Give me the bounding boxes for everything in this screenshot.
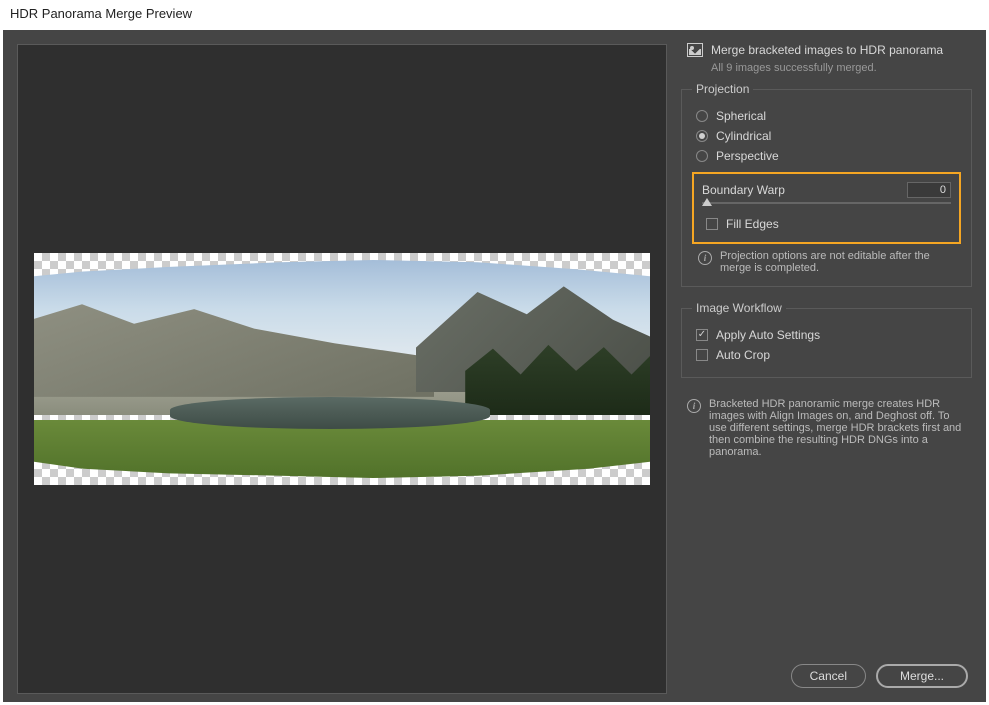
checkbox-icon bbox=[696, 329, 708, 341]
slider-thumb-icon bbox=[702, 198, 712, 206]
cancel-button[interactable]: Cancel bbox=[791, 664, 866, 688]
footer-note: Bracketed HDR panoramic merge creates HD… bbox=[709, 398, 966, 458]
auto-crop-checkbox[interactable]: Auto Crop bbox=[692, 345, 961, 365]
apply-auto-settings-checkbox[interactable]: Apply Auto Settings bbox=[692, 325, 961, 345]
merge-button[interactable]: Merge... bbox=[876, 664, 968, 688]
boundary-warp-label: Boundary Warp bbox=[702, 183, 785, 197]
projection-perspective-radio[interactable]: Perspective bbox=[692, 146, 961, 166]
boundary-warp-input[interactable] bbox=[907, 182, 951, 198]
info-icon: i bbox=[698, 251, 712, 265]
merge-status-text: All 9 images successfully merged. bbox=[681, 60, 972, 82]
radio-label: Perspective bbox=[716, 149, 779, 163]
projection-cylindrical-radio[interactable]: Cylindrical bbox=[692, 126, 961, 146]
projection-spherical-radio[interactable]: Spherical bbox=[692, 106, 961, 126]
preview-pane bbox=[17, 44, 667, 694]
checkbox-icon bbox=[706, 218, 718, 230]
workflow-legend: Image Workflow bbox=[692, 301, 786, 315]
checkbox-label: Auto Crop bbox=[716, 348, 770, 362]
boundary-warp-slider[interactable] bbox=[702, 202, 951, 204]
info-icon: i bbox=[687, 399, 701, 413]
fill-edges-checkbox[interactable]: Fill Edges bbox=[702, 214, 951, 234]
radio-label: Cylindrical bbox=[716, 129, 771, 143]
radio-icon bbox=[696, 150, 708, 162]
merge-header-label: Merge bracketed images to HDR panorama bbox=[711, 43, 943, 57]
checkbox-icon bbox=[696, 349, 708, 361]
radio-icon bbox=[696, 130, 708, 142]
projection-note: Projection options are not editable afte… bbox=[720, 250, 955, 274]
radio-label: Spherical bbox=[716, 109, 766, 123]
checkbox-label: Fill Edges bbox=[726, 217, 779, 231]
dialog-body: Merge bracketed images to HDR panorama A… bbox=[3, 30, 986, 702]
image-workflow-group: Image Workflow Apply Auto Settings Auto … bbox=[681, 301, 972, 378]
projection-legend: Projection bbox=[692, 82, 753, 96]
projection-group: Projection Spherical Cylindrical Perspec… bbox=[681, 82, 972, 287]
panorama-preview-image bbox=[34, 253, 650, 485]
window-title: HDR Panorama Merge Preview bbox=[0, 0, 989, 30]
boundary-warp-highlight: Boundary Warp Fill Edges bbox=[692, 172, 961, 244]
radio-icon bbox=[696, 110, 708, 122]
options-panel: Merge bracketed images to HDR panorama A… bbox=[675, 30, 986, 702]
checkbox-label: Apply Auto Settings bbox=[716, 328, 820, 342]
hdr-panorama-icon bbox=[687, 43, 703, 57]
